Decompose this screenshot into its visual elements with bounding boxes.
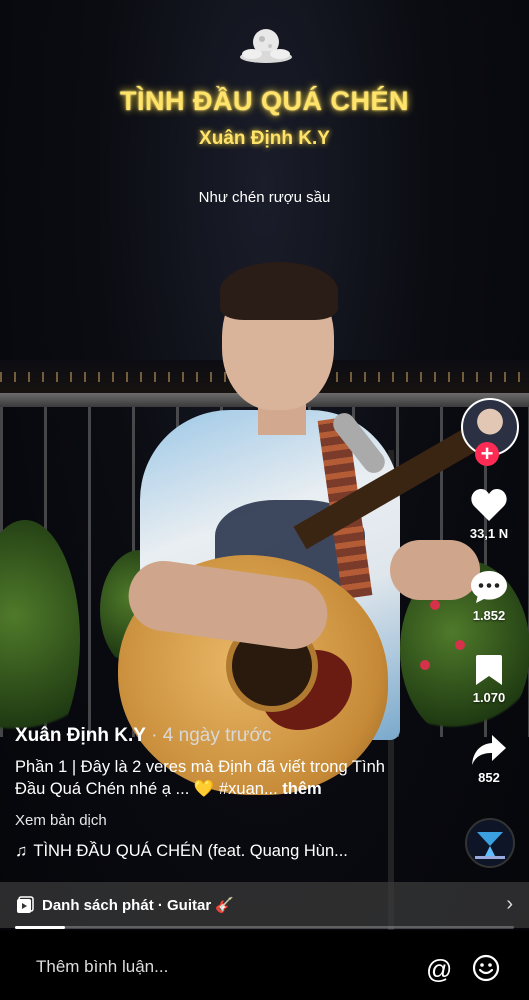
share-button[interactable]: 852	[459, 734, 519, 785]
comment-bar: Thêm bình luận... @	[0, 930, 529, 1000]
video-progress-fill	[15, 926, 65, 929]
sound-link[interactable]: ♫ TÌNH ĐẦU QUÁ CHÉN (feat. Quang Hùn...	[15, 842, 415, 861]
playlist-label: Danh sách phát · Guitar 🎸	[42, 897, 235, 914]
emoji-icon[interactable]	[472, 954, 500, 982]
like-button[interactable]: 33,1 N	[459, 488, 519, 541]
comment-button[interactable]: 1.852	[459, 570, 519, 623]
sound-title: TÌNH ĐẦU QUÁ CHÉN (feat. Quang Hùn...	[33, 842, 348, 860]
flower	[420, 660, 430, 670]
song-artist-overlay: Xuân Định K.Y	[199, 128, 330, 149]
bookmark-count: 1.070	[472, 690, 506, 705]
at-icon[interactable]: @	[426, 954, 452, 985]
playlist-icon	[17, 896, 34, 913]
comment-icon	[471, 571, 507, 603]
caption-text: Phần 1 | Đây là 2 veres mà Định đã viết …	[15, 758, 385, 798]
playlist-bar[interactable]: Danh sách phát · Guitar 🎸 ›	[0, 882, 529, 928]
singer-hair	[220, 262, 338, 320]
like-count: 33,1 N	[469, 526, 509, 541]
post-info: Xuân Định K.Y · 4 ngày trước Phần 1 | Đâ…	[15, 725, 415, 861]
follow-button[interactable]: +	[475, 442, 499, 466]
heart-icon	[471, 489, 507, 521]
bookmark-icon	[476, 655, 502, 685]
moon-logo-icon	[240, 29, 292, 63]
song-title-overlay: TÌNH ĐẦU QUÁ CHÉN	[120, 86, 409, 116]
music-disc[interactable]	[465, 818, 515, 868]
music-note-icon: ♫	[15, 842, 28, 860]
author-name[interactable]: Xuân Định K.Y	[15, 725, 146, 746]
share-count: 852	[478, 770, 500, 785]
share-icon	[472, 735, 506, 765]
video-progress-bar[interactable]	[15, 926, 514, 929]
see-more-link[interactable]: thêm	[282, 780, 321, 798]
music-disc-art-icon	[475, 832, 505, 859]
bookmark-button[interactable]: 1.070	[459, 654, 519, 705]
chevron-right-icon: ›	[506, 893, 513, 915]
see-translation-link[interactable]: Xem bản dịch	[15, 812, 415, 829]
post-time: · 4 ngày trước	[145, 725, 272, 746]
post-caption[interactable]: Phần 1 | Đây là 2 veres mà Định đã viết …	[15, 756, 410, 800]
lyric-caption: Như chén rượu sầu	[198, 189, 331, 206]
comment-count: 1.852	[472, 608, 506, 623]
author-line: Xuân Định K.Y · 4 ngày trước	[15, 725, 415, 747]
flower	[430, 600, 440, 610]
flower	[455, 640, 465, 650]
comment-input[interactable]: Thêm bình luận...	[36, 957, 168, 977]
